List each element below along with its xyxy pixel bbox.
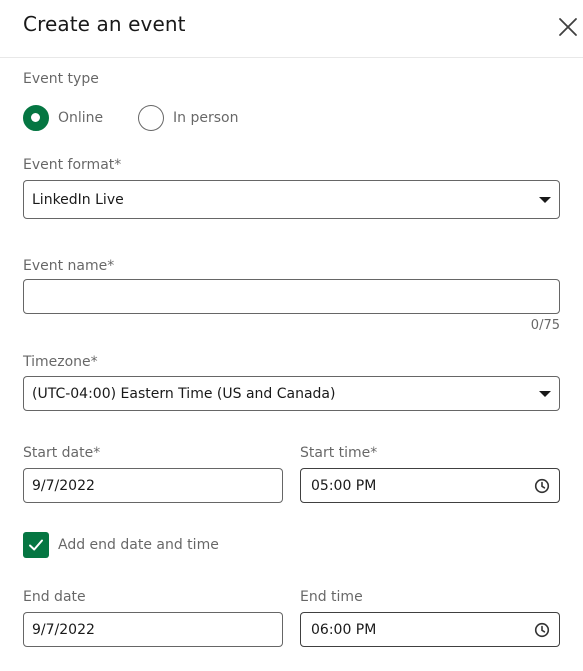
end-date-field[interactable]: 9/7/2022 xyxy=(23,612,283,647)
event-name-label: Event name* xyxy=(23,258,115,274)
radio-online-label: Online xyxy=(58,110,104,126)
start-time-value: 05:00 PM xyxy=(311,477,377,494)
end-time-label: End time xyxy=(300,589,363,605)
radio-online[interactable]: Online xyxy=(23,105,103,131)
end-time-value: 06:00 PM xyxy=(311,621,377,638)
timezone-value: (UTC-04:00) Eastern Time (US and Canada) xyxy=(32,385,336,402)
clock-icon[interactable] xyxy=(534,622,550,638)
end-date-label: End date xyxy=(23,589,86,605)
start-date-label: Start date* xyxy=(23,445,101,461)
add-end-date-checkbox[interactable] xyxy=(23,532,49,558)
chevron-down-icon xyxy=(539,390,551,397)
close-button[interactable] xyxy=(554,13,582,41)
end-time-field[interactable]: 06:00 PM xyxy=(300,612,560,647)
timezone-select[interactable]: (UTC-04:00) Eastern Time (US and Canada) xyxy=(23,376,560,411)
radio-in-person-indicator[interactable] xyxy=(138,105,164,131)
add-end-date-label[interactable]: Add end date and time xyxy=(58,537,219,553)
event-format-label: Event format* xyxy=(23,157,122,173)
start-time-field[interactable]: 05:00 PM xyxy=(300,468,560,503)
start-date-field[interactable]: 9/7/2022 xyxy=(23,468,283,503)
chevron-down-icon xyxy=(539,196,551,203)
modal-header: Create an event xyxy=(0,0,583,58)
radio-in-person[interactable]: In person xyxy=(138,105,238,131)
radio-online-indicator[interactable] xyxy=(23,105,49,131)
clock-icon[interactable] xyxy=(534,478,550,494)
end-date-value: 9/7/2022 xyxy=(32,621,95,638)
modal-title: Create an event xyxy=(23,12,186,36)
checkmark-icon xyxy=(29,539,43,551)
radio-in-person-label: In person xyxy=(173,110,239,126)
event-name-input[interactable] xyxy=(32,280,559,313)
event-format-value: LinkedIn Live xyxy=(32,191,124,208)
timezone-label: Timezone* xyxy=(23,354,98,370)
event-name-field[interactable] xyxy=(23,279,560,314)
event-name-counter: 0/75 xyxy=(530,318,560,333)
event-type-label: Event type xyxy=(23,71,99,87)
close-icon xyxy=(559,18,577,36)
event-format-select[interactable]: LinkedIn Live xyxy=(23,180,560,219)
start-date-value: 9/7/2022 xyxy=(32,477,95,494)
start-time-label: Start time* xyxy=(300,445,378,461)
